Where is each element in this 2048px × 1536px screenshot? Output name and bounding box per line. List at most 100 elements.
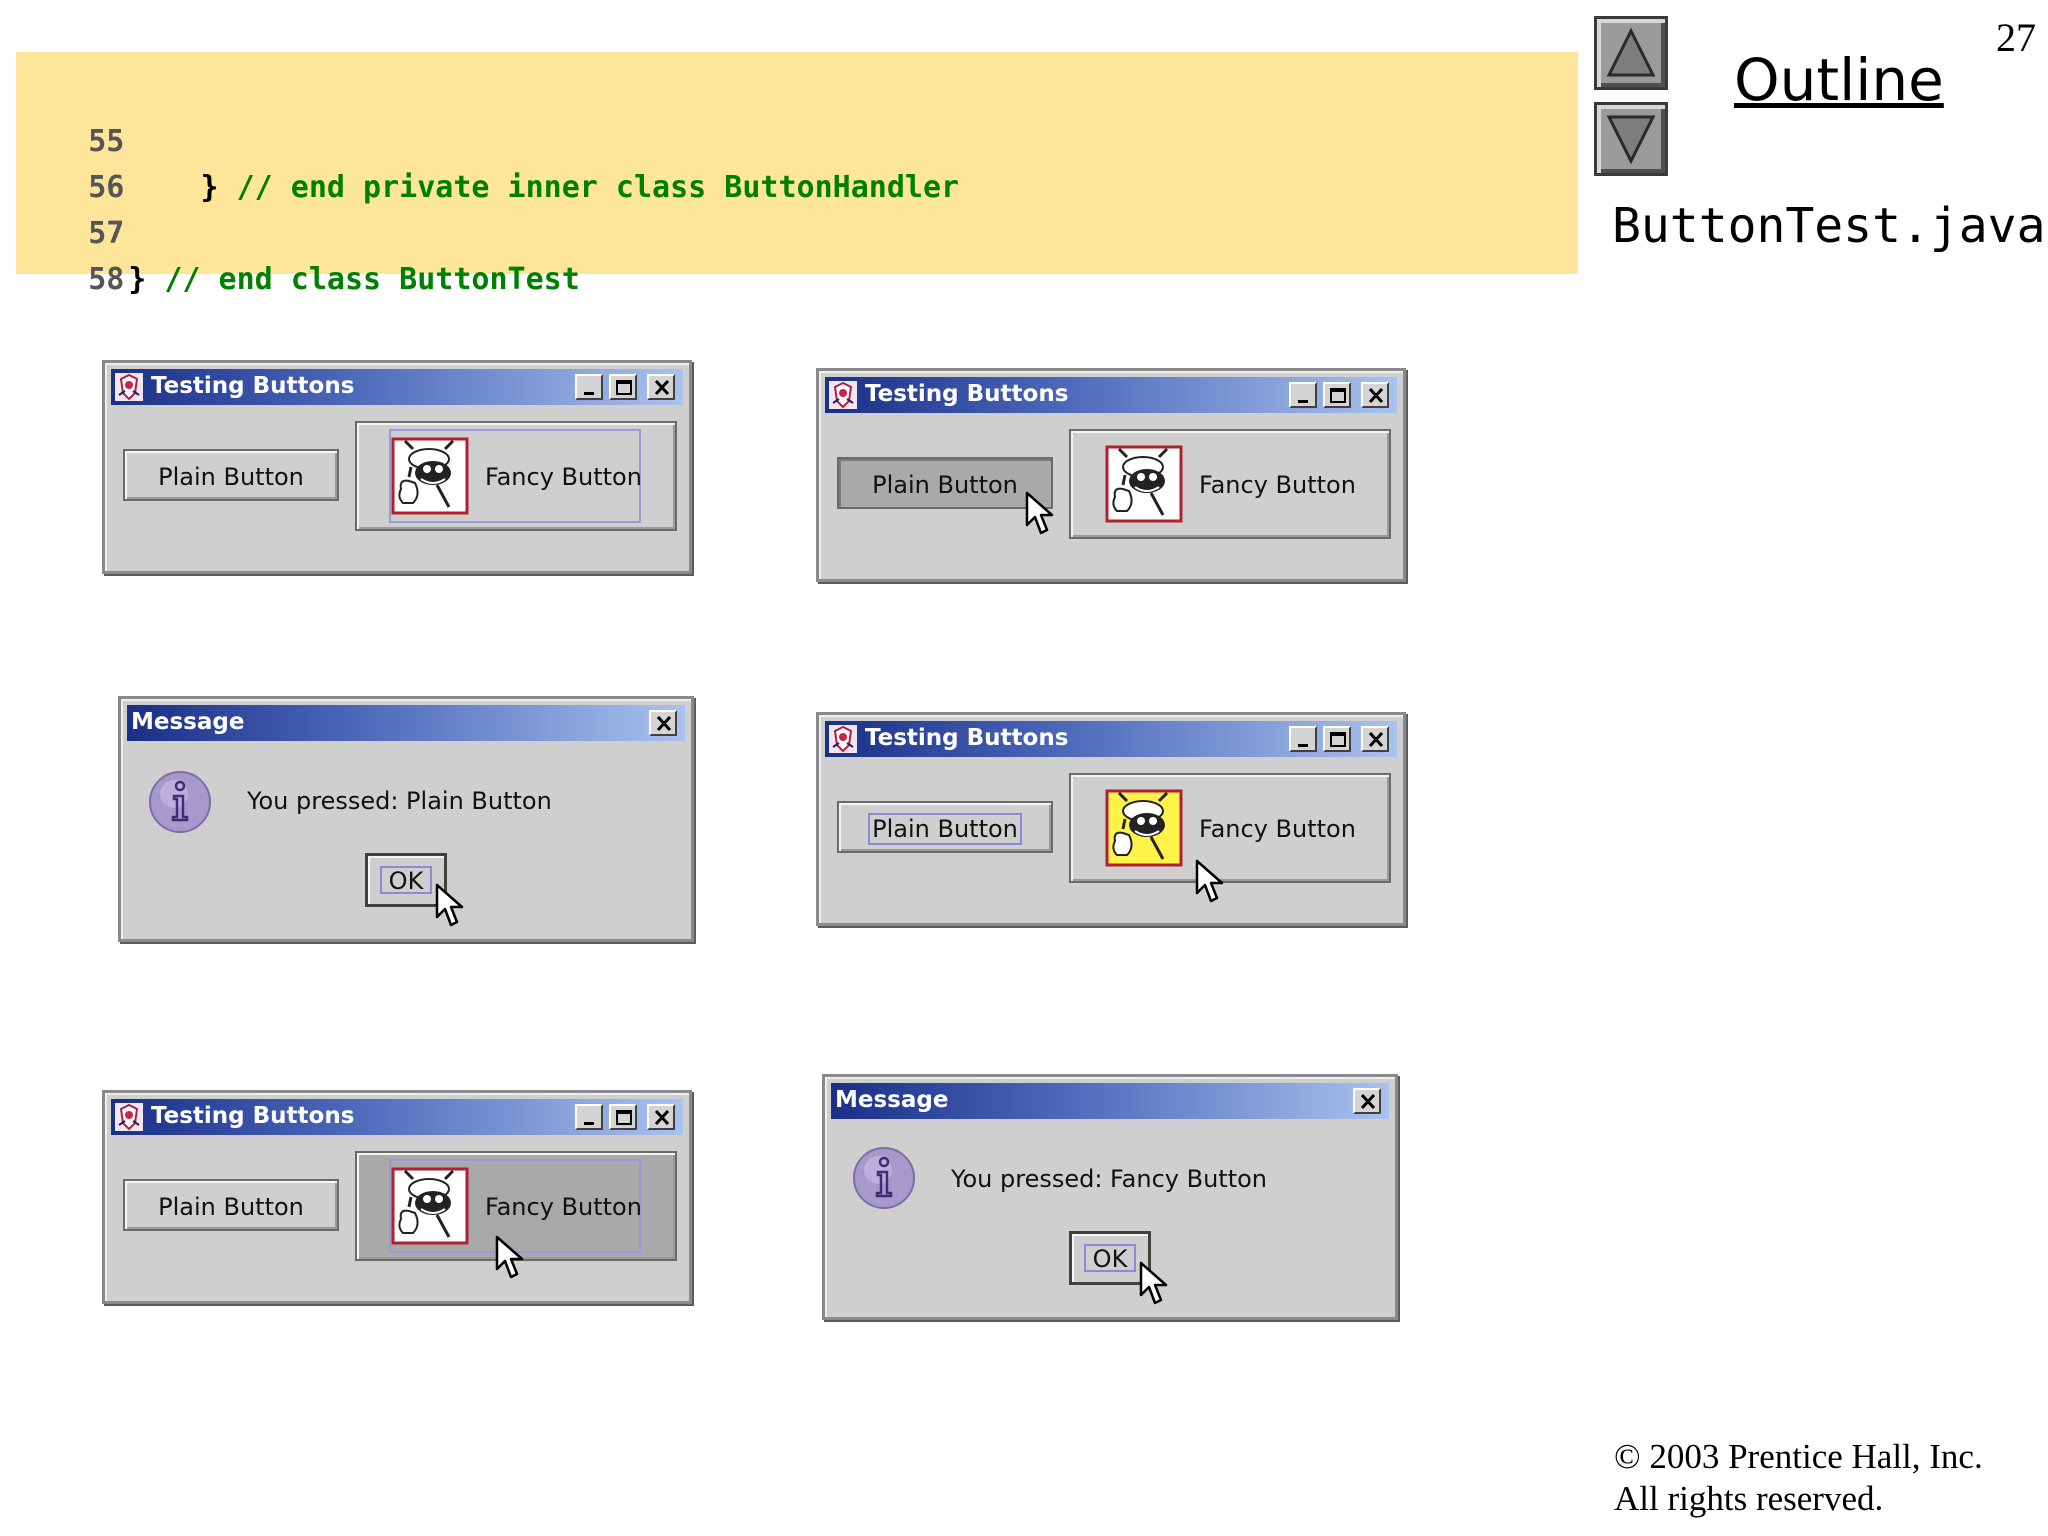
close-icon (652, 1108, 672, 1128)
line-number: 58 (88, 262, 125, 297)
fancy-button[interactable]: Fancy Button (1069, 773, 1391, 883)
mouse-pointer-icon (435, 883, 465, 929)
close-button[interactable] (1353, 1088, 1381, 1114)
message-dialog: Message You pressed: Plain Button OK (118, 696, 694, 942)
titlebar: Message (831, 1083, 1389, 1119)
bug-thumbs-up-icon (1105, 789, 1183, 867)
java-duke-icon (829, 381, 857, 409)
titlebar: Testing Buttons (825, 721, 1397, 757)
nav-up-button[interactable] (1594, 16, 1668, 90)
ok-button-label: OK (1084, 1244, 1136, 1272)
plain-button[interactable]: Plain Button (123, 449, 339, 501)
minimize-icon (580, 378, 600, 398)
maximize-icon (614, 378, 634, 398)
code-line: 58} // end class ButtonTest (16, 220, 580, 297)
plain-button[interactable]: Plain Button (837, 457, 1053, 509)
fancy-button-label: Fancy Button (1199, 471, 1356, 499)
window-title: Testing Buttons (151, 1103, 355, 1129)
fancy-button-label: Fancy Button (485, 463, 642, 491)
nav-down-arrow-icon (1606, 115, 1656, 165)
plain-button-label: Plain Button (158, 1193, 304, 1221)
code-panel: 55 56 } // end private inner class Butto… (16, 52, 1578, 297)
close-button[interactable] (647, 1104, 675, 1130)
titlebar: Testing Buttons (825, 377, 1397, 413)
bug-thumbs-up-icon (1105, 445, 1183, 523)
mouse-pointer-icon (495, 1235, 525, 1281)
fancy-button[interactable]: Fancy Button (355, 421, 677, 531)
message-dialog: Message You pressed: Fancy Button OK (822, 1074, 1398, 1320)
code-brace: } (128, 262, 165, 297)
minimize-button[interactable] (575, 1104, 603, 1130)
java-duke-icon (115, 373, 143, 401)
mouse-pointer-icon (1139, 1261, 1169, 1307)
minimize-button[interactable] (575, 374, 603, 400)
minimize-button[interactable] (1289, 382, 1317, 408)
page-number: 27 (1996, 15, 2036, 60)
plain-button[interactable]: Plain Button (123, 1179, 339, 1231)
fancy-button-label: Fancy Button (1199, 815, 1356, 843)
info-icon (147, 769, 213, 835)
close-icon (654, 714, 674, 734)
testing-buttons-window: Testing Buttons Plain Button Fancy Butto… (102, 360, 692, 574)
testing-buttons-window: Testing Buttons Plain Button Fancy Butto… (816, 712, 1406, 926)
close-icon (652, 378, 672, 398)
file-name: ButtonTest.java (1612, 198, 2046, 254)
testing-buttons-window: Testing Buttons Plain Button Fancy Butto… (816, 368, 1406, 582)
code-comment: // end private inner class ButtonHandler (236, 170, 960, 205)
message-text: You pressed: Plain Button (247, 787, 552, 815)
code-line: 57 (16, 174, 128, 251)
close-button[interactable] (649, 710, 677, 736)
minimize-button[interactable] (1289, 726, 1317, 752)
code-brace: } (128, 170, 237, 205)
window-title: Testing Buttons (151, 373, 355, 399)
copyright-line: All rights reserved. (1614, 1479, 1884, 1518)
testing-buttons-window: Testing Buttons Plain Button Fancy Butto… (102, 1090, 692, 1304)
mouse-pointer-icon (1195, 859, 1225, 905)
close-icon (1366, 386, 1386, 406)
java-duke-icon (115, 1103, 143, 1131)
fancy-button-label: Fancy Button (485, 1193, 642, 1221)
window-title: Testing Buttons (865, 725, 1069, 751)
maximize-icon (614, 1108, 634, 1128)
info-icon (851, 1145, 917, 1211)
maximize-button[interactable] (609, 374, 637, 400)
close-button[interactable] (1361, 382, 1389, 408)
maximize-icon (1328, 386, 1348, 406)
minimize-icon (1294, 730, 1314, 750)
maximize-button[interactable] (1323, 726, 1351, 752)
code-line: 56 } // end private inner class ButtonHa… (16, 128, 959, 205)
window-title: Message (131, 709, 245, 735)
plain-button[interactable]: Plain Button (837, 801, 1053, 853)
minimize-icon (580, 1108, 600, 1128)
copyright: © 2003 Prentice Hall, Inc. All rights re… (1614, 1436, 1983, 1520)
window-title: Testing Buttons (865, 381, 1069, 407)
plain-button-label: Plain Button (872, 471, 1018, 499)
code-line: 55 (16, 82, 128, 159)
bug-thumbs-up-icon (391, 437, 469, 515)
nav-up-arrow-icon (1606, 27, 1656, 77)
close-icon (1358, 1092, 1378, 1112)
mouse-pointer-icon (1025, 491, 1055, 537)
code-comment: // end class ButtonTest (164, 262, 580, 297)
fancy-button[interactable]: Fancy Button (1069, 429, 1391, 539)
bug-thumbs-up-icon (391, 1167, 469, 1245)
close-button[interactable] (1361, 726, 1389, 752)
titlebar: Testing Buttons (111, 1099, 683, 1135)
titlebar: Testing Buttons (111, 369, 683, 405)
plain-button-label: Plain Button (158, 463, 304, 491)
java-duke-icon (829, 725, 857, 753)
window-title: Message (835, 1087, 949, 1113)
titlebar: Message (127, 705, 685, 741)
minimize-icon (1294, 386, 1314, 406)
message-text: You pressed: Fancy Button (951, 1165, 1267, 1193)
close-button[interactable] (647, 374, 675, 400)
outline-link[interactable]: Outline (1734, 46, 1944, 114)
maximize-button[interactable] (609, 1104, 637, 1130)
close-icon (1366, 730, 1386, 750)
maximize-icon (1328, 730, 1348, 750)
maximize-button[interactable] (1323, 382, 1351, 408)
plain-button-label: Plain Button (868, 813, 1022, 845)
nav-down-button[interactable] (1594, 102, 1668, 176)
copyright-line: © 2003 Prentice Hall, Inc. (1614, 1437, 1983, 1476)
ok-button-label: OK (380, 866, 432, 894)
